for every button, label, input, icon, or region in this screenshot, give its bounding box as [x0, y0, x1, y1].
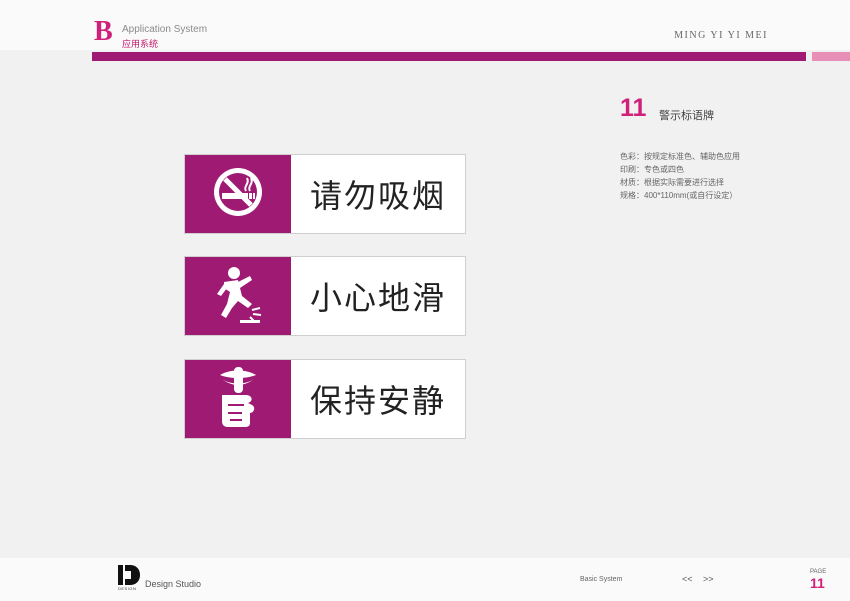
prev-page-button[interactable]: <<: [682, 574, 693, 584]
sign-no-smoking: 请勿吸烟: [184, 154, 466, 234]
spec-size: 规格：400*110mm(或自行设定）: [620, 191, 738, 200]
sign-icon-box: [185, 360, 291, 438]
sign-label: 请勿吸烟: [309, 177, 446, 215]
design-logo-icon: [118, 565, 140, 585]
brand-name: MING YI YI MEI: [674, 30, 768, 41]
studio-name: Design Studio: [145, 579, 202, 589]
spec-printing: 印刷：专色或四色: [620, 165, 684, 174]
sign-label: 小心地滑: [309, 279, 446, 317]
sign-label: 保持安静: [309, 382, 446, 420]
footer-section-name: Basic System: [580, 576, 623, 583]
sign-icon-box: [185, 257, 291, 335]
header-bar: [92, 52, 806, 61]
page-number: 11: [810, 575, 825, 591]
keep-quiet-icon: [212, 365, 264, 434]
section-title-en: Application System: [122, 24, 208, 35]
logo-subtext: DESIGN: [118, 586, 137, 591]
slippery-floor-icon: [212, 264, 264, 329]
no-smoking-icon: [210, 164, 266, 225]
spec-list: 色彩：按规定标准色、辅助色应用 印刷：专色或四色 材质：根据实际需要进行选择 规…: [620, 150, 740, 202]
section-title-cn: 应用系统: [122, 39, 159, 49]
content-heading: 警示标语牌: [659, 110, 714, 122]
content-number: 11: [620, 94, 647, 122]
sign-icon-box: [185, 155, 291, 233]
sign-keep-quiet: 保持安静: [184, 359, 466, 439]
next-page-button[interactable]: >>: [703, 574, 714, 584]
header-bar-accent: [812, 52, 850, 61]
section-letter: B: [94, 16, 113, 47]
sign-slippery-floor: 小心地滑: [184, 256, 466, 336]
spec-color: 色彩：按规定标准色、辅助色应用: [620, 152, 740, 161]
spec-material: 材质：根据实际需要进行选择: [620, 178, 724, 187]
